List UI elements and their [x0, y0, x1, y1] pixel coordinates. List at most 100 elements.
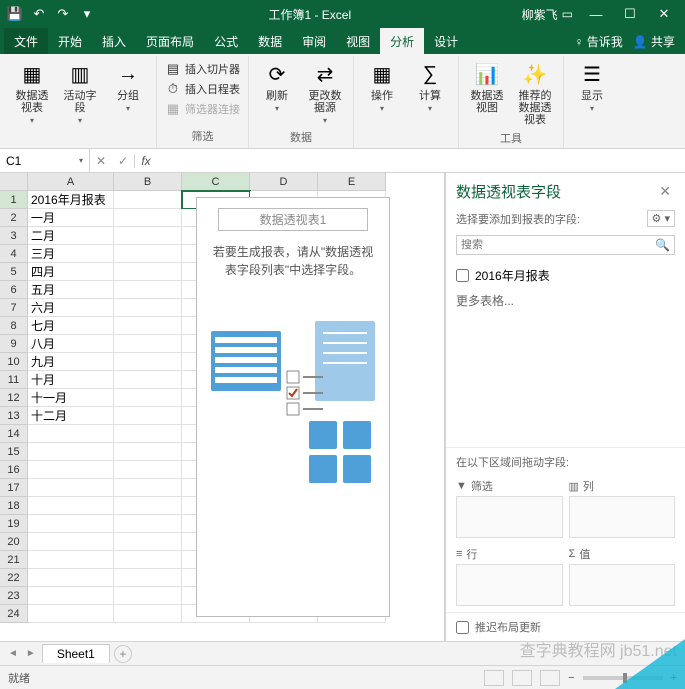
row-header[interactable]: 3 — [0, 227, 28, 245]
cell[interactable] — [114, 497, 182, 515]
row-header[interactable]: 24 — [0, 605, 28, 623]
tab-analyze[interactable]: 分析 — [380, 28, 424, 54]
cell[interactable] — [28, 425, 114, 443]
row-header[interactable]: 10 — [0, 353, 28, 371]
cell[interactable] — [28, 551, 114, 569]
cell[interactable] — [28, 443, 114, 461]
refresh-button[interactable]: ⟳ 刷新▾ — [255, 58, 299, 115]
row-header[interactable]: 5 — [0, 263, 28, 281]
area-values[interactable]: Σ值 — [569, 544, 676, 606]
insert-slicer-button[interactable]: ▤插入切片器 — [163, 60, 242, 78]
view-page-break-icon[interactable] — [540, 670, 560, 686]
insert-timeline-button[interactable]: ⏱插入日程表 — [163, 80, 242, 98]
cell[interactable] — [114, 263, 182, 281]
row-header[interactable]: 1 — [0, 191, 28, 209]
add-sheet-button[interactable]: + — [114, 645, 132, 663]
row-header[interactable]: 4 — [0, 245, 28, 263]
column-header[interactable]: B — [114, 173, 182, 191]
cell[interactable] — [114, 569, 182, 587]
row-header[interactable]: 19 — [0, 515, 28, 533]
cell[interactable]: 五月 — [28, 281, 114, 299]
show-button[interactable]: ☰ 显示▾ — [570, 58, 614, 115]
account-area[interactable]: 柳紫飞 ▭ — [522, 6, 573, 23]
defer-checkbox[interactable] — [456, 621, 469, 634]
cell[interactable] — [114, 461, 182, 479]
row-header[interactable]: 21 — [0, 551, 28, 569]
cell[interactable]: 三月 — [28, 245, 114, 263]
row-header[interactable]: 7 — [0, 299, 28, 317]
cell[interactable]: 二月 — [28, 227, 114, 245]
select-all-corner[interactable] — [0, 173, 28, 191]
cell[interactable] — [114, 353, 182, 371]
sheet-nav-prev-icon[interactable]: ◄ — [6, 648, 20, 659]
cell[interactable] — [114, 299, 182, 317]
cell[interactable] — [114, 317, 182, 335]
cell[interactable]: 九月 — [28, 353, 114, 371]
cell[interactable]: 七月 — [28, 317, 114, 335]
zoom-out-icon[interactable]: − — [568, 672, 574, 684]
cancel-formula-icon[interactable]: ✕ — [90, 154, 112, 168]
taskpane-close-icon[interactable]: ✕ — [655, 181, 675, 202]
name-box[interactable]: C1▾ — [0, 149, 90, 172]
tab-formulas[interactable]: 公式 — [204, 28, 248, 54]
area-rows[interactable]: ≡行 — [456, 544, 563, 606]
cell[interactable]: 一月 — [28, 209, 114, 227]
cell[interactable] — [28, 479, 114, 497]
cell[interactable] — [114, 551, 182, 569]
row-header[interactable]: 8 — [0, 317, 28, 335]
row-header[interactable]: 9 — [0, 335, 28, 353]
row-header[interactable]: 14 — [0, 425, 28, 443]
pivot-chart-button[interactable]: 📊 数据透视图 — [465, 58, 509, 116]
sheet-tab[interactable]: Sheet1 — [42, 644, 110, 663]
column-header[interactable]: A — [28, 173, 114, 191]
column-header[interactable]: D — [250, 173, 318, 191]
calc-button[interactable]: ∑ 计算▾ — [408, 58, 452, 115]
area-filters[interactable]: ▼筛选 — [456, 476, 563, 538]
field-item[interactable]: 2016年月报表 — [456, 265, 675, 286]
enter-formula-icon[interactable]: ✓ — [112, 154, 134, 168]
tab-page-layout[interactable]: 页面布局 — [136, 28, 204, 54]
cell[interactable] — [114, 245, 182, 263]
maximize-button[interactable]: ☐ — [613, 0, 647, 28]
cell[interactable] — [114, 191, 182, 209]
group-button[interactable]: → 分组▾ — [106, 58, 150, 115]
cell[interactable]: 十月 — [28, 371, 114, 389]
tab-view[interactable]: 视图 — [336, 28, 380, 54]
save-icon[interactable]: 💾 — [4, 3, 26, 25]
recommended-pivot-button[interactable]: ✨ 推荐的数据透视表 — [513, 58, 557, 128]
ribbon-display-icon[interactable]: ▭ — [562, 7, 573, 21]
cell[interactable] — [114, 605, 182, 623]
qat-more-icon[interactable]: ▾ — [76, 3, 98, 25]
spreadsheet-grid[interactable]: ABCDE12016年月报表2一月3二月4三月5四月6五月7六月8七月9八月10… — [0, 173, 445, 641]
cell[interactable] — [28, 605, 114, 623]
cell[interactable] — [114, 371, 182, 389]
fx-icon[interactable]: fx — [135, 154, 157, 168]
tab-home[interactable]: 开始 — [48, 28, 92, 54]
cell[interactable] — [114, 209, 182, 227]
tab-review[interactable]: 审阅 — [292, 28, 336, 54]
cell[interactable] — [114, 587, 182, 605]
undo-icon[interactable]: ↶ — [28, 3, 50, 25]
view-page-layout-icon[interactable] — [512, 670, 532, 686]
field-search-input[interactable] — [461, 239, 655, 251]
cell[interactable] — [114, 533, 182, 551]
active-field-button[interactable]: ▥ 活动字段▾ — [58, 58, 102, 127]
row-header[interactable]: 22 — [0, 569, 28, 587]
minimize-button[interactable]: — — [579, 0, 613, 28]
area-columns[interactable]: ▥列 — [569, 476, 676, 538]
tab-insert[interactable]: 插入 — [92, 28, 136, 54]
more-tables-link[interactable]: 更多表格... — [456, 286, 675, 315]
row-header[interactable]: 13 — [0, 407, 28, 425]
row-header[interactable]: 20 — [0, 533, 28, 551]
cell[interactable] — [28, 569, 114, 587]
tab-file[interactable]: 文件 — [4, 28, 48, 54]
cell[interactable]: 十二月 — [28, 407, 114, 425]
field-search[interactable]: 🔍 — [456, 235, 675, 255]
cell[interactable] — [28, 533, 114, 551]
cell[interactable] — [114, 479, 182, 497]
cell[interactable] — [114, 425, 182, 443]
row-header[interactable]: 18 — [0, 497, 28, 515]
filter-connections-button[interactable]: ▦筛选器连接 — [163, 100, 242, 118]
cell[interactable] — [28, 587, 114, 605]
redo-icon[interactable]: ↷ — [52, 3, 74, 25]
